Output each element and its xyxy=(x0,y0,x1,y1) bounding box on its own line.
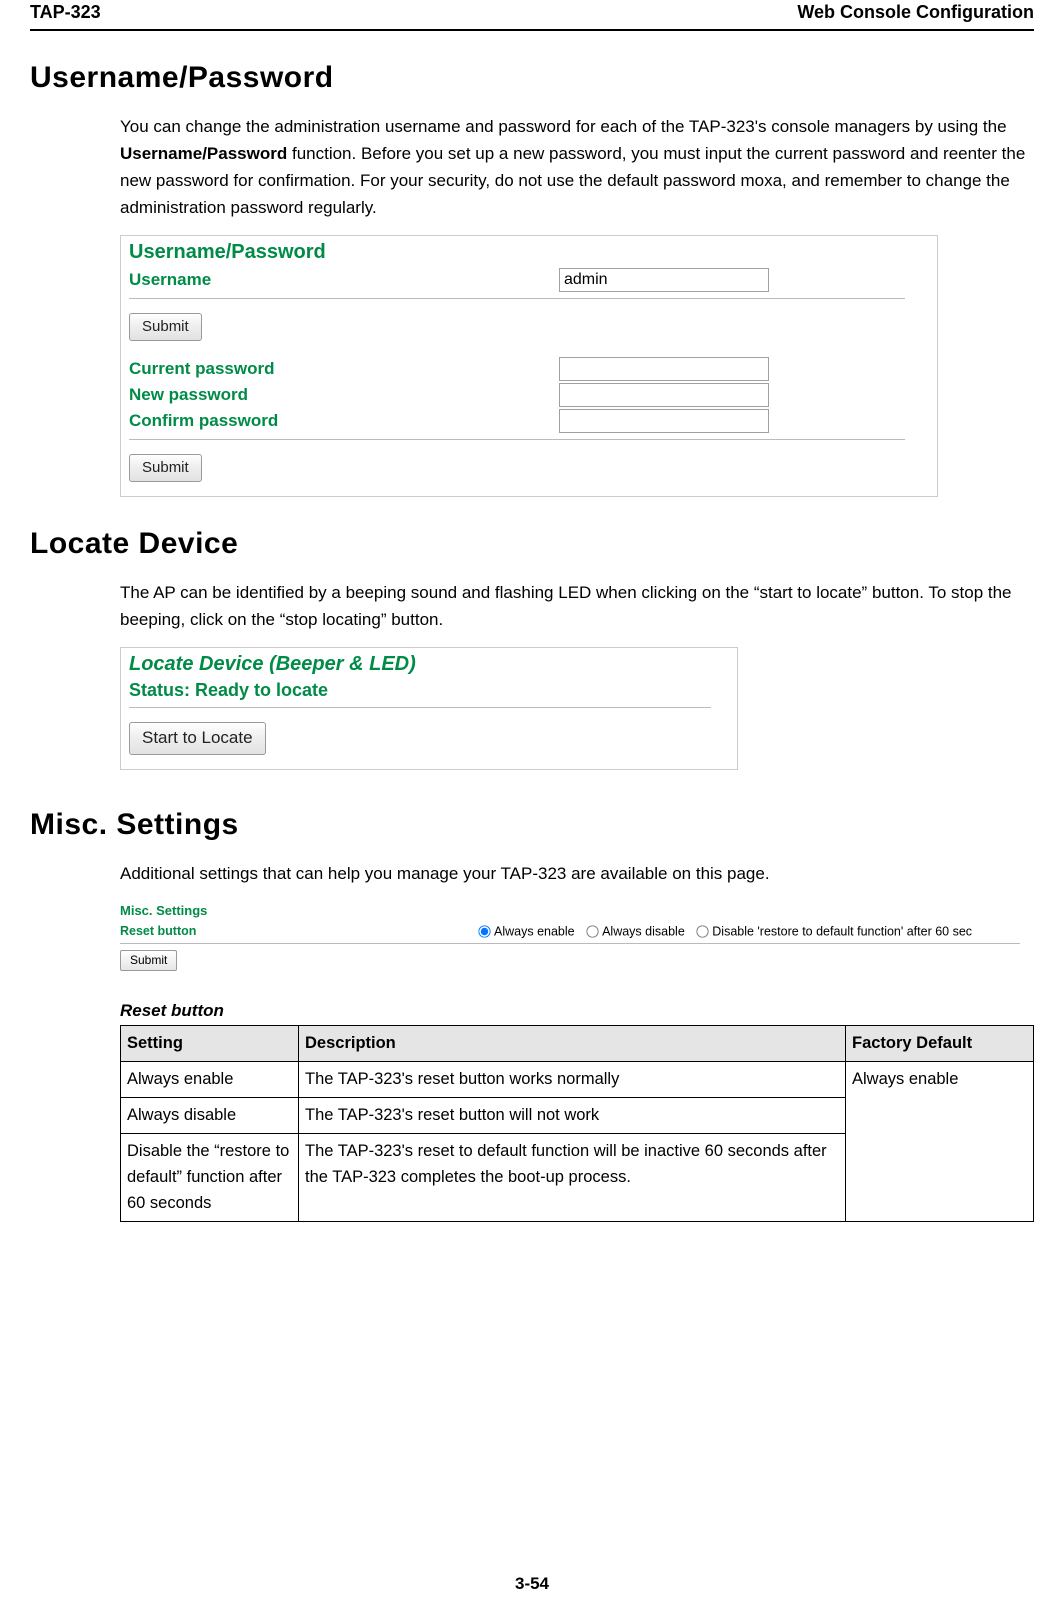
input-new-password[interactable] xyxy=(559,383,769,407)
label-username: Username xyxy=(129,270,559,290)
label-new-password: New password xyxy=(129,385,559,405)
submit-username-button[interactable]: Submit xyxy=(129,313,202,341)
table-row: Always enable The TAP-323's reset button… xyxy=(121,1061,1034,1097)
page-number: 3-54 xyxy=(0,1574,1064,1594)
th-setting: Setting xyxy=(121,1025,299,1061)
table-caption-reset-button: Reset button xyxy=(120,1001,1034,1021)
ui-title-username-password: Username/Password xyxy=(129,241,929,264)
table-reset-button: Setting Description Factory Default Alwa… xyxy=(120,1025,1034,1222)
para-up-p1: You can change the administration userna… xyxy=(120,117,1007,136)
radio-disable-restore-60sec[interactable] xyxy=(697,926,709,938)
radio-group-reset: Always enable Always disable Disable 're… xyxy=(470,924,972,939)
label-confirm-password: Confirm password xyxy=(129,411,559,431)
td-description: The TAP-323's reset to default function … xyxy=(299,1133,846,1221)
th-factory-default: Factory Default xyxy=(846,1025,1034,1061)
submit-password-button[interactable]: Submit xyxy=(129,454,202,482)
td-setting: Always enable xyxy=(121,1061,299,1097)
para-username-password: You can change the administration userna… xyxy=(120,113,1034,221)
para-misc-settings: Additional settings that can help you ma… xyxy=(120,860,1034,887)
ui-title-locate-device: Locate Device (Beeper & LED) xyxy=(129,653,729,676)
submit-misc-button[interactable]: Submit xyxy=(120,950,177,971)
td-setting: Disable the “restore to default” functio… xyxy=(121,1133,299,1221)
input-current-password[interactable] xyxy=(559,357,769,381)
radio-always-enable[interactable] xyxy=(478,926,490,938)
td-description: The TAP-323's reset button will not work xyxy=(299,1097,846,1133)
radio-label-always-disable: Always disable xyxy=(602,925,685,939)
table-header-row: Setting Description Factory Default xyxy=(121,1025,1034,1061)
heading-username-password: Username/Password xyxy=(30,61,1034,95)
radio-label-disable-restore-60sec: Disable 'restore to default function' af… xyxy=(712,925,972,939)
heading-misc-settings: Misc. Settings xyxy=(30,808,1034,842)
td-description: The TAP-323's reset button works normall… xyxy=(299,1061,846,1097)
heading-locate-device: Locate Device xyxy=(30,527,1034,561)
para-up-bold: Username/Password xyxy=(120,144,287,163)
th-description: Description xyxy=(299,1025,846,1061)
radio-label-always-enable: Always enable xyxy=(494,925,575,939)
doc-header-left: TAP-323 xyxy=(30,2,101,23)
td-setting: Always disable xyxy=(121,1097,299,1133)
td-factory-default: Always enable xyxy=(846,1061,1034,1221)
radio-always-disable[interactable] xyxy=(586,926,598,938)
ui-title-misc-settings: Misc. Settings xyxy=(120,903,1020,918)
para-locate-device: The AP can be identified by a beeping so… xyxy=(120,579,1034,633)
label-reset-button: Reset button xyxy=(120,924,470,938)
input-confirm-password[interactable] xyxy=(559,409,769,433)
status-locate: Status: Ready to locate xyxy=(129,680,729,701)
doc-header-right: Web Console Configuration xyxy=(797,2,1034,23)
label-current-password: Current password xyxy=(129,359,559,379)
input-username[interactable] xyxy=(559,268,769,292)
start-locate-button[interactable]: Start to Locate xyxy=(129,722,266,755)
